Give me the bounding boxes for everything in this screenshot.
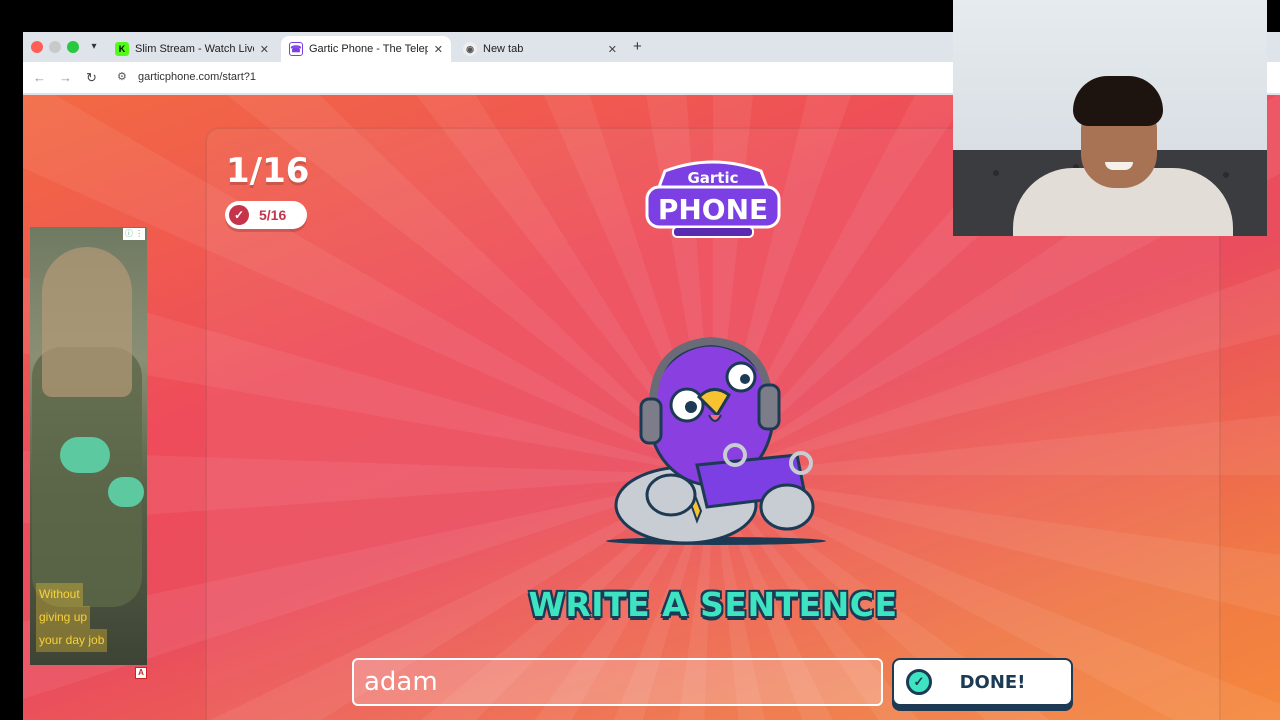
webcam-overlay <box>953 0 1267 236</box>
logo-text-phone: PHONE <box>658 193 768 226</box>
players-done-count: 5/16 <box>259 207 287 223</box>
close-window-button[interactable] <box>31 41 43 53</box>
close-tab-icon[interactable]: ✕ <box>434 43 443 56</box>
ad-info-icon[interactable]: ⓘ ⋮ <box>123 228 145 240</box>
site-info-icon[interactable]: ⚙ <box>117 70 127 83</box>
done-button[interactable]: ✓ DONE! <box>892 658 1073 706</box>
tab-slim-stream[interactable]: K Slim Stream - Watch Live on ✕ <box>107 36 277 62</box>
kick-favicon-icon: K <box>115 42 129 56</box>
ad-figure <box>108 477 144 507</box>
close-tab-icon[interactable]: ✕ <box>608 43 617 56</box>
forward-arrow-icon[interactable]: → <box>59 70 72 85</box>
webcam-person-smile <box>1105 162 1133 170</box>
ad-figure <box>42 247 132 397</box>
check-icon: ✓ <box>906 669 932 695</box>
maximize-window-button[interactable] <box>67 41 79 53</box>
reload-icon[interactable]: ↻ <box>86 70 97 86</box>
tab-label: Gartic Phone - The Telephone <box>309 43 428 55</box>
tab-label: New tab <box>483 43 524 55</box>
ad-badge[interactable]: A <box>135 667 147 679</box>
webcam-person-hair <box>1073 76 1163 126</box>
minimize-window-button[interactable] <box>49 41 61 53</box>
gartic-favicon-icon: ☎ <box>289 42 303 56</box>
round-counter: 1/16 <box>226 151 310 191</box>
write-sentence-heading: WRITE A SENTENCE <box>528 585 898 624</box>
mascot-illustration <box>606 336 826 545</box>
new-tab-button[interactable]: + <box>633 38 642 55</box>
sentence-input[interactable] <box>352 658 883 706</box>
tab-label: Slim Stream - Watch Live on <box>135 43 254 55</box>
players-done-badge: ✓ 5/16 <box>225 201 307 229</box>
couch-button <box>993 170 999 176</box>
back-arrow-icon[interactable]: ← <box>33 70 46 85</box>
couch-button <box>1223 172 1229 178</box>
tab-search-chevron-icon[interactable]: ▾ <box>85 38 103 56</box>
done-button-label: DONE! <box>959 671 1026 693</box>
check-icon: ✓ <box>229 205 249 225</box>
ad-caption-line: your day job <box>36 629 108 652</box>
ad-figure <box>60 437 110 473</box>
screen: ▾ K Slim Stream - Watch Live on ✕ ☎ Gart… <box>0 0 1280 720</box>
tab-new-tab[interactable]: ◉ New tab ✕ <box>455 36 625 62</box>
chrome-favicon-icon: ◉ <box>463 42 477 56</box>
address-bar[interactable]: garticphone.com/start?1 <box>138 71 256 83</box>
tab-gartic-phone[interactable]: ☎ Gartic Phone - The Telephone ✕ <box>281 36 451 62</box>
logo-text-gartic: Gartic <box>687 169 738 187</box>
gartic-phone-logo: Gartic PHONE <box>645 160 781 238</box>
close-tab-icon[interactable]: ✕ <box>260 43 269 56</box>
